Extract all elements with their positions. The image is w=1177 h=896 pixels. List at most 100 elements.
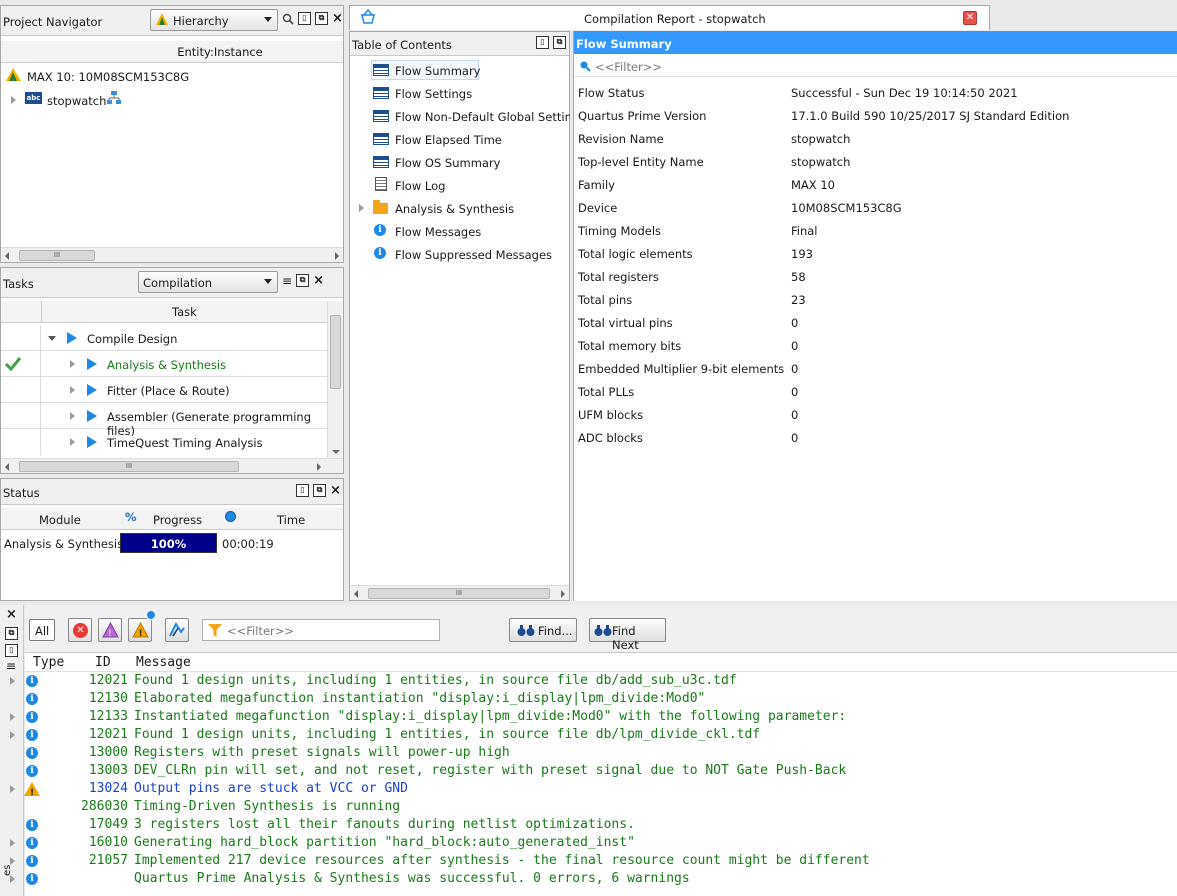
tasks-vertical-scrollbar[interactable] xyxy=(327,301,343,458)
message-row[interactable]: i 12130 Elaborated megafunction instantiat… xyxy=(0,690,1177,708)
find-button[interactable]: Find... xyxy=(509,618,577,642)
message-row[interactable]: i 17049 3 registers lost all their fanouts… xyxy=(0,816,1177,834)
message-row[interactable]: i 13003 DEV_CLRn pin will set, and not res… xyxy=(0,762,1177,780)
task-row[interactable]: Analysis & Synthesis xyxy=(1,351,327,377)
task-row[interactable]: Assembler (Generate programming files) xyxy=(1,403,327,438)
message-row[interactable]: i 13000 Registers with preset signals will… xyxy=(0,744,1177,762)
summary-row[interactable]: Top-level Entity Name stopwatch xyxy=(574,150,1177,173)
tasks-horizontal-scrollbar[interactable]: III xyxy=(1,458,343,473)
expand-icon[interactable] xyxy=(70,438,75,446)
play-icon[interactable] xyxy=(67,332,77,344)
expand-icon[interactable] xyxy=(10,875,15,883)
collapse-icon[interactable] xyxy=(48,336,56,341)
scroll-thumb[interactable]: III xyxy=(19,461,239,472)
toc-item-flow-elapsed-time[interactable]: Flow Elapsed Time xyxy=(350,129,569,149)
report-tab[interactable]: Compilation Report - stopwatch ✕ xyxy=(349,5,990,30)
summary-row[interactable]: Quartus Prime Version 17.1.0 Build 590 10… xyxy=(574,104,1177,127)
summary-row[interactable]: UFM blocks 0 xyxy=(574,403,1177,426)
summary-row[interactable]: Total PLLs 0 xyxy=(574,380,1177,403)
summary-row[interactable]: Total pins 23 xyxy=(574,288,1177,311)
close-icon[interactable]: × xyxy=(332,12,343,25)
expand-icon[interactable] xyxy=(70,360,75,368)
close-icon[interactable]: × xyxy=(330,484,341,497)
summary-row[interactable]: Revision Name stopwatch xyxy=(574,127,1177,150)
task-row[interactable]: TimeQuest Timing Analysis xyxy=(1,429,327,455)
scroll-left-icon[interactable] xyxy=(5,463,9,471)
device-row[interactable]: MAX 10: 10M08SCM153C8G xyxy=(1,68,343,86)
scroll-thumb[interactable]: III xyxy=(19,250,95,261)
task-row[interactable]: Compile Design xyxy=(1,325,327,351)
message-row[interactable]: i Quartus Prime Analysis & Synthesis was … xyxy=(0,870,1177,888)
summary-filter[interactable]: <<Filter>> xyxy=(574,55,1177,77)
expand-icon[interactable] xyxy=(10,857,15,865)
summary-row[interactable]: Total registers 58 xyxy=(574,265,1177,288)
id-column-label[interactable]: ID xyxy=(95,655,111,670)
error-filter-button[interactable]: ✕ xyxy=(68,618,92,642)
pin-icon[interactable]: ▯ xyxy=(5,644,18,657)
flow-select[interactable]: Compilation xyxy=(138,271,278,293)
navigator-horizontal-scrollbar[interactable]: III xyxy=(1,247,343,262)
play-icon[interactable] xyxy=(87,384,97,396)
play-icon[interactable] xyxy=(87,436,97,448)
scroll-right-icon[interactable] xyxy=(317,463,321,471)
summary-row[interactable]: Family MAX 10 xyxy=(574,173,1177,196)
search-icon[interactable] xyxy=(282,13,294,25)
restore-icon[interactable]: ⧉ xyxy=(5,627,18,640)
status-row[interactable]: Analysis & Synthesis 100% 00:00:19 xyxy=(1,532,343,554)
menu-icon[interactable]: ≡ xyxy=(6,659,16,673)
message-row[interactable]: i 12021 Found 1 design units, including 1 … xyxy=(0,672,1177,690)
restore-icon[interactable]: ⧉ xyxy=(313,484,326,497)
expand-icon[interactable] xyxy=(70,412,75,420)
pin-icon[interactable]: ▯ xyxy=(536,36,549,49)
message-row[interactable]: i 21057 Implemented 217 device resources a… xyxy=(0,852,1177,870)
scroll-right-icon[interactable] xyxy=(335,252,339,260)
toc-item-flow-settings[interactable]: Flow Settings xyxy=(350,83,569,103)
expand-icon[interactable] xyxy=(10,839,15,847)
message-row[interactable]: i 16010 Generating hard_block partition "h… xyxy=(0,834,1177,852)
scroll-thumb[interactable] xyxy=(330,315,341,389)
pin-icon[interactable]: ▯ xyxy=(296,484,309,497)
expand-icon[interactable] xyxy=(10,713,15,721)
scroll-right-icon[interactable] xyxy=(561,590,565,598)
scroll-down-icon[interactable] xyxy=(332,450,340,454)
summary-row[interactable]: Embedded Multiplier 9-bit elements 0 xyxy=(574,357,1177,380)
pin-icon[interactable]: ▯ xyxy=(298,12,311,25)
summary-row[interactable]: Device 10M08SCM153C8G xyxy=(574,196,1177,219)
expand-icon[interactable] xyxy=(359,204,364,212)
message-filter-field[interactable]: <<Filter>> xyxy=(202,619,440,641)
scroll-left-icon[interactable] xyxy=(354,590,358,598)
expand-icon[interactable] xyxy=(10,677,15,685)
hierarchy-select[interactable]: Hierarchy xyxy=(150,9,278,31)
play-icon[interactable] xyxy=(87,410,97,422)
summary-row[interactable]: Total logic elements 193 xyxy=(574,242,1177,265)
expand-icon[interactable] xyxy=(10,785,15,793)
message-row[interactable]: ! 13024 Output pins are stuck at VCC or GN… xyxy=(0,780,1177,798)
expand-icon[interactable] xyxy=(11,96,16,104)
toc-item-flow-summary[interactable]: Flow Summary xyxy=(350,60,569,80)
expand-icon[interactable] xyxy=(10,731,15,739)
menu-icon[interactable]: ≡ xyxy=(282,275,292,287)
scroll-left-icon[interactable] xyxy=(5,252,9,260)
toc-horizontal-scrollbar[interactable]: III xyxy=(350,585,569,600)
toc-item-analysis-synthesis[interactable]: Analysis & Synthesis xyxy=(350,198,569,218)
scroll-thumb[interactable]: III xyxy=(368,588,550,599)
expand-icon[interactable] xyxy=(70,386,75,394)
toc-item-flow-log[interactable]: Flow Log xyxy=(350,175,569,195)
summary-row[interactable]: Total memory bits 0 xyxy=(574,334,1177,357)
summary-row[interactable]: Total virtual pins 0 xyxy=(574,311,1177,334)
message-row[interactable]: i 12133 Instantiated megafunction "display… xyxy=(0,708,1177,726)
restore-icon[interactable]: ⧉ xyxy=(315,12,328,25)
suppressed-filter-button[interactable] xyxy=(165,618,189,642)
close-tab-icon[interactable]: ✕ xyxy=(963,11,977,25)
task-column-header[interactable]: Task xyxy=(1,301,327,323)
warning-filter-button[interactable]: ! xyxy=(128,610,156,642)
type-column-label[interactable]: Type xyxy=(33,655,64,670)
toc-item-flow-suppressed-messages[interactable]: i Flow Suppressed Messages xyxy=(350,244,569,264)
find-next-button[interactable]: Find Next xyxy=(589,618,666,652)
entity-row-stopwatch[interactable]: abc stopwatch xyxy=(1,91,343,109)
close-icon[interactable]: × xyxy=(313,274,324,287)
entity-column-header[interactable]: Entity:Instance xyxy=(1,41,343,63)
restore-icon[interactable]: ⧉ xyxy=(296,274,310,287)
message-row[interactable]: i 12021 Found 1 design units, including 1 … xyxy=(0,726,1177,744)
message-column-label[interactable]: Message xyxy=(136,655,191,670)
